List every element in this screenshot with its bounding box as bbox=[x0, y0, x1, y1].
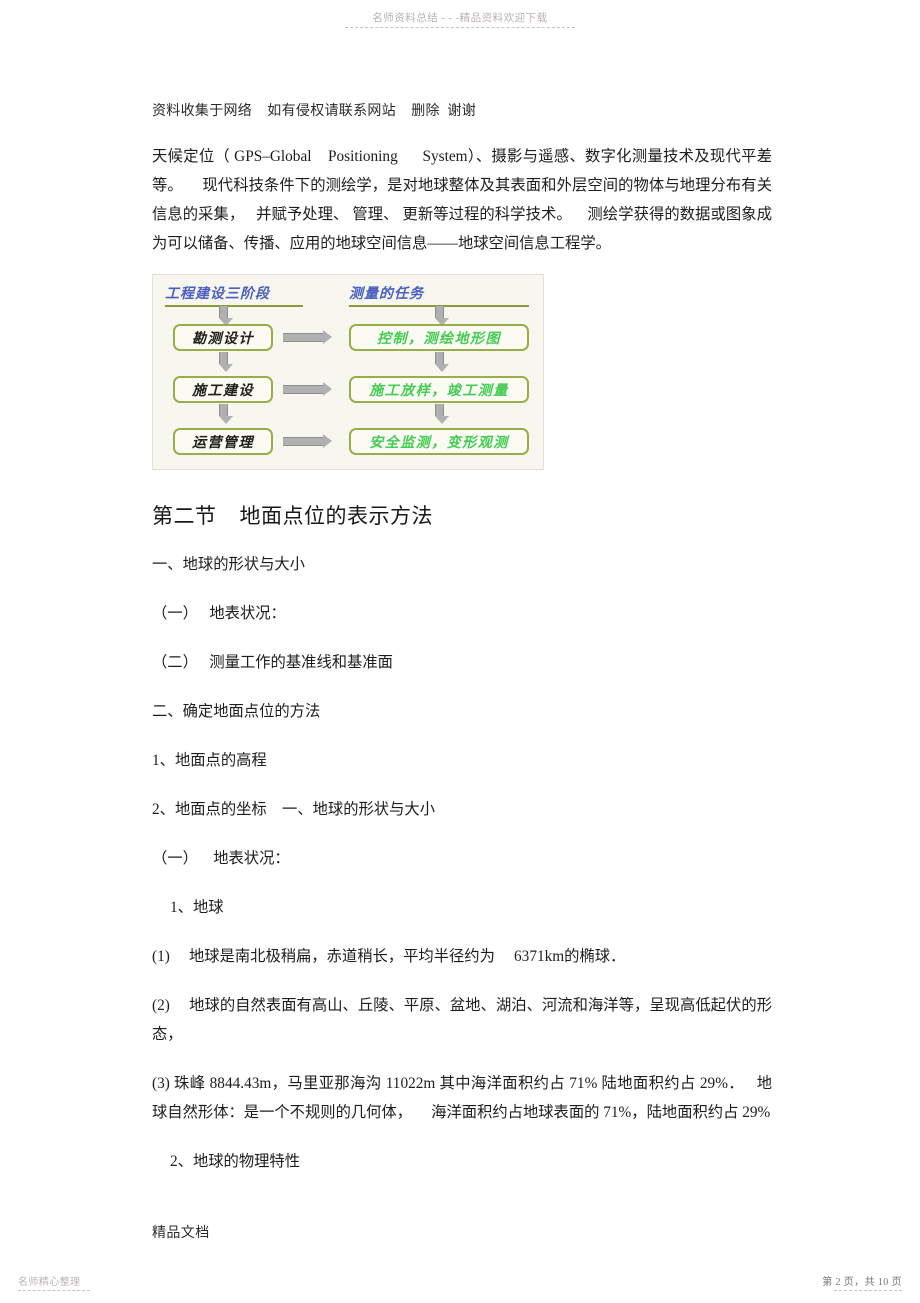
outline-line: 二、确定地面点位的方法 bbox=[152, 703, 321, 720]
outline-line: (3) 珠峰 8844.43m，马里亚那海沟 11022m 其中海洋面积约占 7… bbox=[152, 1075, 772, 1121]
right-arrow-icon bbox=[283, 330, 332, 344]
down-arrow-icon bbox=[435, 352, 449, 372]
intro-paragraph: 天候定位（ GPS–Global Positioning System）、摄影与… bbox=[152, 148, 772, 252]
diagram-column-title-right: 测量的任务 bbox=[349, 287, 424, 302]
outline-line: （二） 测量工作的基准线和基准面 bbox=[152, 654, 393, 671]
outline-line: 2、地面点的坐标 一、地球的形状与大小 bbox=[152, 801, 435, 818]
outline-line: 2、地球的物理特性 bbox=[170, 1153, 301, 1170]
page-number-footer: 第 2 页，共 10 页 bbox=[822, 1273, 902, 1291]
outline-line: （一） 地表状况： bbox=[152, 605, 286, 622]
diagram-task-box: 施工放样，竣工测量 bbox=[349, 376, 529, 403]
diagram-task-box: 控制，测绘地形图 bbox=[349, 324, 529, 351]
outline-line: （一） 地表状况： bbox=[152, 850, 290, 867]
page-number-text: 第 2 页，共 10 页 bbox=[822, 1277, 902, 1288]
diagram-column-title-left: 工程建设三阶段 bbox=[165, 287, 270, 302]
outline-line: 1、地面点的高程 bbox=[152, 752, 267, 769]
page-content: 资料收集于网络 如有侵权请联系网站 删除 谢谢 天候定位（ GPS–Global… bbox=[152, 0, 772, 1242]
outline-line: 1、地球 bbox=[170, 899, 224, 916]
right-arrow-icon bbox=[283, 434, 332, 448]
down-arrow-icon bbox=[435, 306, 449, 326]
diagram-rule-left bbox=[165, 305, 303, 307]
diagram-task-box: 安全监测，变形观测 bbox=[349, 428, 529, 455]
section-heading: 第二节 地面点位的表示方法 bbox=[152, 504, 433, 528]
outline-line: 一、地球的形状与大小 bbox=[152, 556, 305, 573]
document-header-note: 资料收集于网络 如有侵权请联系网站 删除 谢谢 bbox=[152, 104, 476, 119]
workflow-diagram-figure: 工程建设三阶段 测量的任务 勘测设计 施工建设 运营管理 控制，测绘地形图 施工… bbox=[152, 274, 544, 470]
diagram-stage-box: 运营管理 bbox=[173, 428, 273, 455]
outline-line: (2) 地球的自然表面有高山、丘陵、平原、盆地、湖泊、河流和海洋等，呈现高低起伏… bbox=[152, 997, 772, 1043]
bottom-left-watermark: 名师精心整理 bbox=[18, 1273, 90, 1291]
diagram-stage-box: 施工建设 bbox=[173, 376, 273, 403]
diagram-stage-box: 勘测设计 bbox=[173, 324, 273, 351]
down-arrow-icon bbox=[435, 404, 449, 424]
outline-line: (1) 地球是南北极稍扁，赤道稍长，平均半径约为 6371km的椭球． bbox=[152, 948, 626, 965]
bottom-right-dashline bbox=[834, 1290, 902, 1291]
bottom-left-dashline bbox=[18, 1290, 90, 1291]
down-arrow-icon bbox=[219, 306, 233, 326]
document-footer-note: 精品文档 bbox=[152, 1226, 210, 1241]
right-arrow-icon bbox=[283, 382, 332, 396]
down-arrow-icon bbox=[219, 352, 233, 372]
bottom-left-watermark-text: 名师精心整理 bbox=[18, 1277, 81, 1288]
down-arrow-icon bbox=[219, 404, 233, 424]
